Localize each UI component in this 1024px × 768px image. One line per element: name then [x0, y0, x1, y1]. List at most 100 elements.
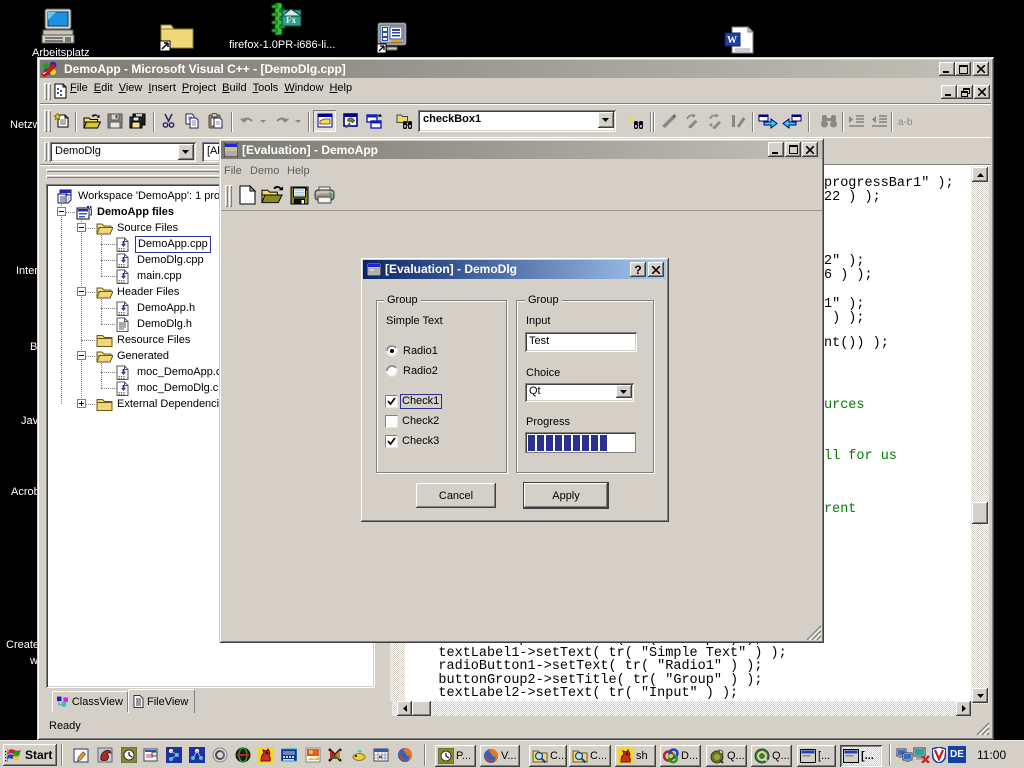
task-button-7[interactable]: Q...	[706, 745, 747, 767]
tray-clock[interactable]: 11:00	[977, 748, 1006, 762]
desktop-side-label[interactable]: Inter	[16, 265, 38, 277]
main-title-bar[interactable]: DemoApp - Microsoft Visual C++ - [DemoDl…	[40, 60, 991, 78]
tray-network-computers-icon[interactable]	[896, 747, 913, 763]
toolbar-ab-button[interactable]: a-b	[895, 110, 918, 132]
tree-item-label[interactable]: DemoApp files	[95, 205, 176, 220]
desktop-side-label[interactable]: Netzw	[10, 119, 41, 131]
menu-gripper[interactable]	[48, 83, 51, 100]
quick-launch-flame-figure-icon[interactable]	[258, 747, 274, 763]
dialog-title-bar[interactable]: [Evaluation] - DemoDlg ?	[363, 260, 666, 279]
toolbar-find-next-button[interactable]	[817, 110, 840, 132]
input-field[interactable]: Test	[525, 332, 637, 352]
menu-item-help[interactable]: Help	[326, 79, 355, 98]
toolbar-save-button[interactable]	[103, 110, 126, 132]
tray-shield-v-icon[interactable]	[932, 747, 949, 763]
toolbar-paste-button[interactable]	[204, 110, 227, 132]
menu-item-insert[interactable]: Insert	[145, 79, 179, 98]
mdi-minimize-button[interactable]	[941, 85, 957, 99]
toolbar-undo-dropdown[interactable]	[258, 110, 268, 132]
toolbar-new-button[interactable]	[50, 110, 73, 132]
wizardbar-class-combo[interactable]: DemoDlg	[50, 142, 196, 162]
tree-item-label[interactable]: External Dependencies	[115, 397, 233, 412]
toolbar-wizard-action1-button[interactable]	[657, 110, 680, 132]
menu-item-tools[interactable]: Tools	[250, 79, 282, 98]
start-button[interactable]: Start	[3, 744, 57, 766]
checkbox-check2[interactable]: Check2	[385, 415, 465, 429]
toolbar-go-back-button[interactable]	[780, 110, 803, 132]
eval-toolbar-gripper[interactable]	[225, 185, 228, 207]
toolbar-indent-button[interactable]	[845, 110, 868, 132]
tree-item-label[interactable]: DemoApp.cpp	[135, 236, 211, 253]
toolbar-redo-button[interactable]	[270, 110, 293, 132]
choice-combo[interactable]: Qt	[525, 383, 634, 402]
tray-lang-indicator[interactable]: DE	[948, 746, 966, 763]
toolbar-wizard-action4-button[interactable]	[726, 110, 749, 132]
tree-item-label[interactable]: DemoDlg.cpp	[135, 253, 206, 268]
tab-fileview[interactable]: FileView	[128, 689, 195, 713]
task-button-3[interactable]: C...	[529, 745, 567, 767]
task-button-2[interactable]: V...	[480, 745, 520, 767]
tree-item-label[interactable]: Header Files	[115, 285, 181, 300]
close-button[interactable]	[973, 62, 989, 76]
quick-launch-photo-icon[interactable]	[305, 747, 321, 763]
toolbar-save-all-button[interactable]	[126, 110, 149, 132]
desktop-side-label[interactable]: Create	[6, 639, 39, 651]
tree-item-label[interactable]: main.cpp	[135, 269, 184, 284]
combo-dropdown-button[interactable]	[178, 144, 194, 160]
toolbar-wizard-action2-button[interactable]	[680, 110, 703, 132]
toolbar-search-dialog-button[interactable]	[393, 110, 416, 132]
quick-launch-network-blue-icon[interactable]	[166, 747, 182, 763]
menu-item-build[interactable]: Build	[219, 79, 249, 98]
desktop-side-label[interactable]: Acrob	[11, 486, 40, 498]
eval-toolbar-gripper[interactable]	[229, 185, 232, 207]
toolbar-open-button[interactable]	[80, 110, 103, 132]
quick-launch-calendar-icon[interactable]	[373, 747, 389, 763]
tab-classview[interactable]: ClassView	[52, 691, 128, 712]
quick-launch-silver-ring-icon[interactable]	[212, 747, 228, 763]
radio-radio1[interactable]: Radio1	[386, 345, 466, 358]
quick-launch-red-dragon-icon[interactable]	[97, 747, 113, 763]
eval-menu-item-demo[interactable]: Demo	[247, 162, 282, 181]
checkbox-check3[interactable]: Check3	[385, 435, 465, 449]
eval-minimize-button[interactable]	[768, 142, 784, 157]
quick-launch-firefox-icon[interactable]	[397, 747, 413, 763]
eval-open-button[interactable]	[261, 184, 284, 206]
tree-item-label[interactable]: Resource Files	[115, 333, 192, 348]
tree-item-label[interactable]: DemoDlg.h	[135, 317, 194, 332]
toolbar-outdent-button[interactable]	[868, 110, 891, 132]
tree-expander[interactable]	[77, 399, 86, 408]
toolbar-go-definition-button[interactable]	[756, 110, 779, 132]
tree-expander[interactable]	[77, 351, 86, 360]
eval-title-bar[interactable]: [Evaluation] - DemoApp	[221, 141, 822, 159]
menu-item-window[interactable]: Window	[281, 79, 326, 98]
quick-launch-olive-clock-icon[interactable]	[121, 747, 137, 763]
menu-item-file[interactable]: File	[67, 79, 91, 98]
task-button-1[interactable]: P...	[435, 745, 476, 767]
desktop-side-label[interactable]: Jav	[21, 415, 38, 427]
eval-menu-item-help[interactable]: Help	[284, 162, 313, 181]
toolbar-window-list-button[interactable]	[362, 110, 385, 132]
task-button-10[interactable]: [...	[840, 745, 882, 767]
find-combo[interactable]: checkBox1	[418, 110, 616, 132]
eval-print-button[interactable]	[313, 184, 336, 206]
checkbox-check1[interactable]: Check1	[385, 395, 465, 409]
tree-expander[interactable]	[77, 287, 86, 296]
eval-save-button[interactable]	[288, 184, 311, 206]
mdi-close-button[interactable]	[974, 85, 990, 99]
toolbar-wizard-action3-button[interactable]	[703, 110, 726, 132]
vscroll-down-button[interactable]	[972, 688, 988, 703]
wizardbar-gripper[interactable]	[44, 142, 47, 161]
mdi-restore-button[interactable]	[957, 85, 973, 99]
desktop-icon-firefox-installer[interactable]: Fx firefox-1.0PR-i686-li...	[269, 2, 303, 36]
desktop-icon-media-player[interactable]	[377, 22, 408, 55]
task-button-5[interactable]: sh	[615, 745, 656, 767]
dialog-close-button[interactable]	[648, 262, 664, 277]
dialog-help-button[interactable]: ?	[630, 262, 646, 277]
cancel-button[interactable]: Cancel	[416, 483, 496, 508]
toolbar-gripper[interactable]	[44, 110, 47, 132]
toolbar-cut-button[interactable]	[157, 110, 180, 132]
eval-close-button[interactable]	[802, 142, 818, 157]
tree-item-label[interactable]: DemoApp.h	[135, 301, 197, 316]
quick-launch-blue-keyboard-icon[interactable]	[281, 747, 297, 763]
menu-item-edit[interactable]: Edit	[91, 79, 116, 98]
